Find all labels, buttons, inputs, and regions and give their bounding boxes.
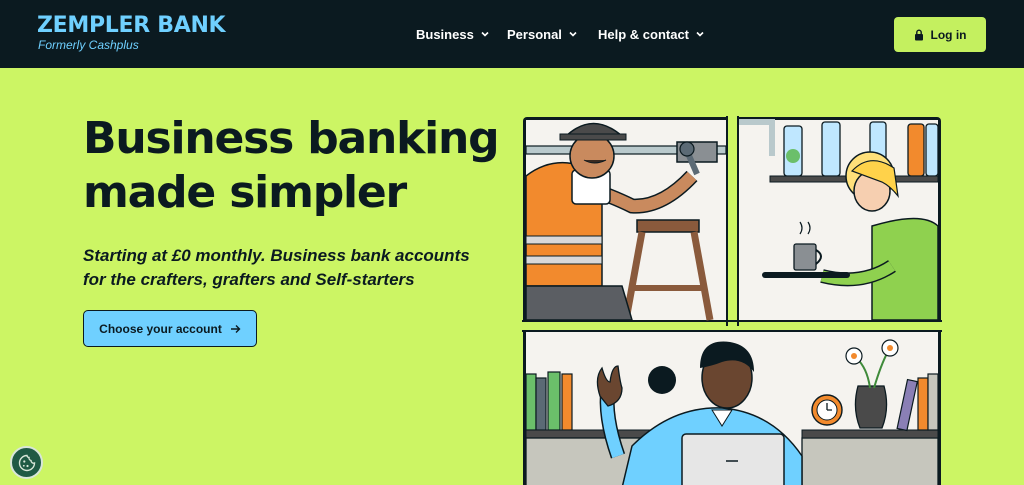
login-label: Log in (930, 27, 967, 42)
lock-icon (914, 29, 923, 40)
cookie-settings-button[interactable] (10, 446, 43, 479)
nav-item-label: Help & contact (598, 26, 690, 42)
chevron-down-icon (569, 31, 577, 37)
main-nav-2: Personal (507, 0, 578, 68)
nav-item-business[interactable]: Business (416, 27, 490, 42)
nav-item-label: Business (416, 26, 474, 42)
cookie-icon (18, 454, 35, 471)
hero-subtitle: Starting at £0 monthly. Business bank ac… (83, 246, 470, 289)
hero-title: Business banking made simpler (83, 113, 500, 218)
nav-item-personal[interactable]: Personal (507, 27, 578, 42)
brand-tagline: Formerly Cashplus (38, 38, 139, 52)
arrow-right-icon (230, 324, 241, 333)
chevron-down-icon (481, 31, 489, 37)
site-header: ZEMPLER BANK Formerly Cashplus Business … (0, 0, 1024, 68)
chevron-down-icon (696, 31, 704, 37)
choose-account-button[interactable]: Choose your account (83, 310, 257, 347)
main-nav: Business (416, 0, 490, 68)
nav-item-help-contact[interactable]: Help & contact (598, 27, 705, 42)
main-nav-3: Help & contact (598, 0, 705, 68)
brand-name: ZEMPLER BANK (37, 13, 226, 38)
login-button[interactable]: Log in (894, 17, 986, 52)
hero-illustration (522, 116, 942, 485)
brand-logo[interactable]: ZEMPLER BANK Formerly Cashplus (37, 13, 226, 53)
cta-label: Choose your account (99, 321, 222, 336)
nav-item-label: Personal (507, 26, 562, 42)
